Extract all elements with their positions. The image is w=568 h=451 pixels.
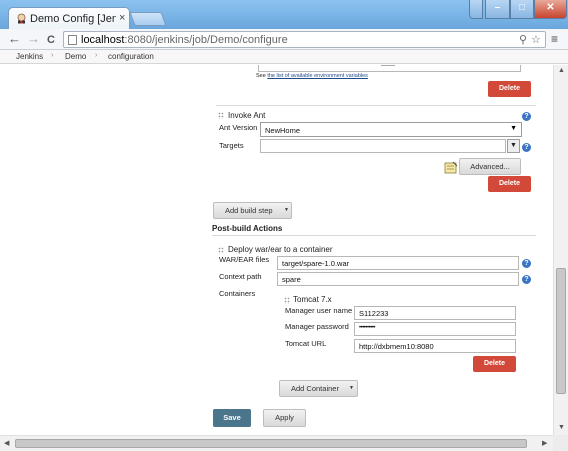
notepad-icon xyxy=(444,161,458,174)
vertical-scrollbar[interactable]: ▲ ▼ xyxy=(553,65,568,435)
tab-title: Demo Config [Jenkins] xyxy=(30,13,116,25)
config-content: See the list of available environment va… xyxy=(0,65,553,435)
breadcrumb: Jenkins › Demo › configuration xyxy=(0,50,568,64)
manager-user-label: Manager user name xyxy=(285,306,353,315)
horizontal-scrollbar[interactable]: ◀ ▶ xyxy=(0,435,553,451)
manager-password-input[interactable]: •••••••••• xyxy=(354,322,516,336)
scroll-up-icon[interactable]: ▲ xyxy=(558,67,565,74)
apply-button[interactable]: Apply xyxy=(263,409,306,427)
ant-version-select[interactable]: NewHome ▼ xyxy=(260,122,522,137)
post-build-actions-title: Post-build Actions xyxy=(212,224,283,233)
context-path-input[interactable]: spare xyxy=(277,272,519,286)
delete-shell-step-button[interactable]: Delete xyxy=(488,81,531,97)
scrollbar-corner xyxy=(553,435,568,451)
add-container-button[interactable]: Add Container ▼ xyxy=(279,380,358,397)
forward-arrow-icon[interactable]: → xyxy=(27,32,40,46)
breadcrumb-demo[interactable]: Demo xyxy=(65,52,86,61)
containers-label: Containers xyxy=(219,289,256,298)
breadcrumb-jenkins[interactable]: Jenkins xyxy=(16,52,43,61)
delete-ant-step-button[interactable]: Delete xyxy=(488,176,531,192)
divider xyxy=(212,235,536,236)
tomcat-url-input[interactable]: http://dxbmem10:8080 xyxy=(354,339,516,353)
page-icon xyxy=(68,35,77,45)
reload-icon[interactable]: C xyxy=(47,33,55,47)
close-window-button[interactable]: ✕ xyxy=(534,0,567,19)
bookmark-star-icon[interactable]: ☆ xyxy=(531,33,541,46)
back-arrow-icon[interactable]: ← xyxy=(8,32,21,46)
profile-button[interactable] xyxy=(469,0,483,19)
drag-handle-icon[interactable] xyxy=(218,247,224,254)
invoke-ant-title: Invoke Ant xyxy=(228,111,266,120)
drag-handle-icon[interactable] xyxy=(218,112,224,119)
search-icon[interactable]: ⚲ xyxy=(519,33,527,46)
targets-label: Targets xyxy=(219,141,244,150)
add-build-step-button[interactable]: Add build step ▼ xyxy=(213,202,292,219)
maximize-button[interactable]: □ xyxy=(510,0,534,19)
divider xyxy=(216,105,536,106)
tomcat-title: Tomcat 7.x xyxy=(293,295,332,304)
textarea-resize-bar xyxy=(381,65,395,66)
dropdown-arrow-icon: ▼ xyxy=(510,125,517,132)
url-text: localhost:8080/jenkins/job/Demo/configur… xyxy=(81,34,288,46)
add-container-label: Add Container xyxy=(291,384,339,393)
manager-user-input[interactable]: S112233 xyxy=(354,306,516,320)
delete-tomcat-button[interactable]: Delete xyxy=(473,356,516,372)
help-icon[interactable]: ? xyxy=(522,259,531,268)
war-files-label: WAR/EAR files xyxy=(219,255,270,264)
context-path-label: Context path xyxy=(219,272,262,281)
breadcrumb-separator: › xyxy=(95,52,98,59)
breadcrumb-separator: › xyxy=(51,52,54,59)
advanced-button[interactable]: Advanced... xyxy=(459,158,521,175)
bottom-sticker: Save Apply xyxy=(0,401,553,435)
tab-close-icon[interactable]: × xyxy=(119,12,125,24)
browser-tab[interactable]: Demo Config [Jenkins] × xyxy=(8,7,130,29)
help-icon[interactable]: ? xyxy=(522,112,531,121)
minimize-icon: – xyxy=(494,2,501,13)
drag-handle-icon[interactable] xyxy=(284,297,290,304)
war-files-input[interactable]: target/spare-1.0.war xyxy=(277,256,519,270)
tomcat-url-label: Tomcat URL xyxy=(285,339,327,348)
help-icon[interactable]: ? xyxy=(522,143,531,152)
scroll-down-icon[interactable]: ▼ xyxy=(558,424,565,431)
browser-toolbar: ← → C localhost:8080/jenkins/job/Demo/co… xyxy=(0,29,568,50)
scroll-right-icon[interactable]: ▶ xyxy=(542,439,547,447)
add-build-step-label: Add build step xyxy=(225,206,273,215)
save-button[interactable]: Save xyxy=(213,409,251,427)
new-tab-button[interactable] xyxy=(129,12,167,26)
browser-titlebar: Demo Config [Jenkins] × – □ ✕ xyxy=(0,0,568,29)
help-icon[interactable]: ? xyxy=(522,275,531,284)
targets-input[interactable] xyxy=(260,139,506,153)
expand-textbox-icon[interactable]: ▼ xyxy=(507,139,520,153)
ant-version-label: Ant Version xyxy=(219,123,258,132)
dropdown-arrow-icon: ▼ xyxy=(284,207,289,213)
minimize-button[interactable]: – xyxy=(485,0,510,19)
chrome-menu-icon[interactable]: ≡ xyxy=(551,32,558,46)
ant-version-value: NewHome xyxy=(265,126,301,135)
jenkins-favicon-icon xyxy=(17,13,26,24)
manager-password-label: Manager password xyxy=(285,322,349,331)
horizontal-scroll-thumb[interactable] xyxy=(15,439,527,448)
maximize-icon: □ xyxy=(518,2,526,13)
deploy-container-title: Deploy war/ear to a container xyxy=(228,245,333,254)
dropdown-arrow-icon: ▼ xyxy=(349,385,354,391)
address-bar[interactable]: localhost:8080/jenkins/job/Demo/configur… xyxy=(63,31,546,48)
command-textarea[interactable] xyxy=(258,65,521,72)
scroll-left-icon[interactable]: ◀ xyxy=(4,439,9,447)
env-vars-note: See the list of available environment va… xyxy=(256,73,368,79)
close-icon: ✕ xyxy=(546,2,555,13)
vertical-scroll-thumb[interactable] xyxy=(556,268,566,394)
env-vars-link[interactable]: the list of available environment variab… xyxy=(267,73,368,79)
breadcrumb-configuration[interactable]: configuration xyxy=(108,52,154,61)
